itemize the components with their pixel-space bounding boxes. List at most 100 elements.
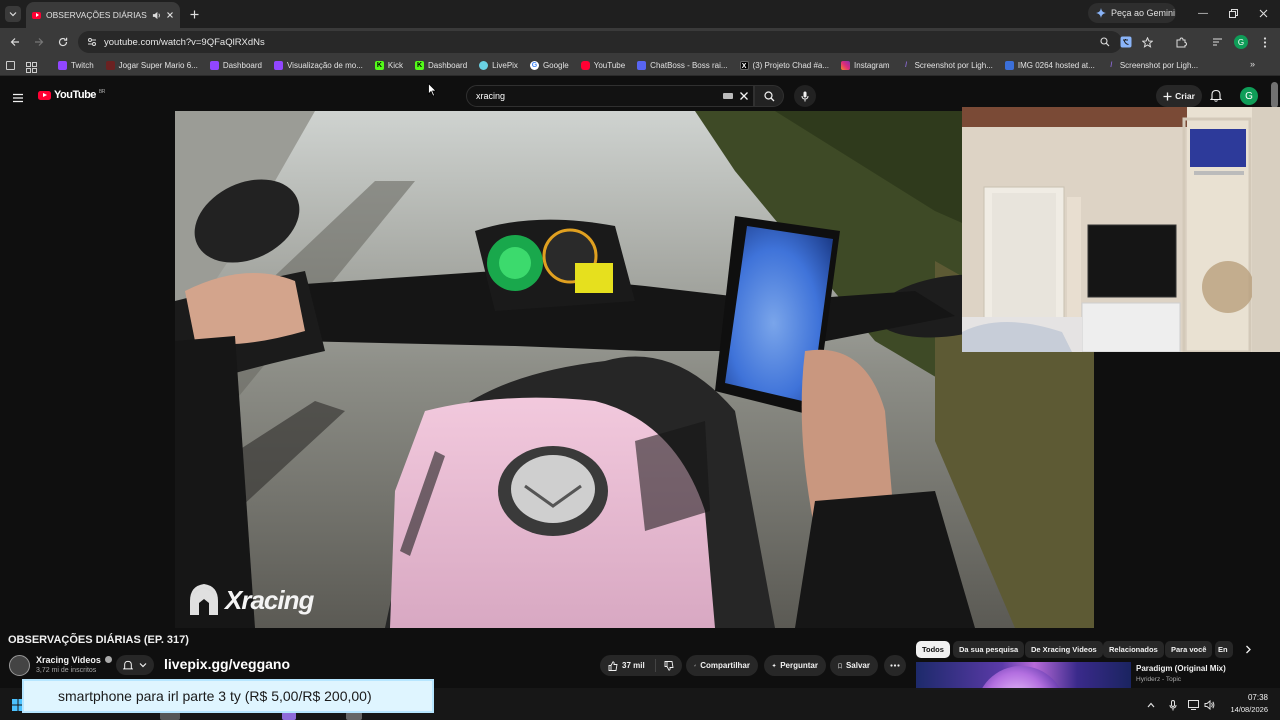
bookmark-item[interactable]: Instagram: [835, 56, 896, 76]
taskbar-clock-time[interactable]: 07:38: [1222, 693, 1268, 702]
gemini-button[interactable]: Peça ao Gemini: [1088, 3, 1176, 23]
bookmark-item[interactable]: K Dashboard: [409, 56, 473, 76]
video-title: OBSERVAÇÕES DIÁRIAS (EP. 317): [8, 634, 189, 646]
twitch-icon: [273, 61, 283, 70]
microphone-icon: [1169, 699, 1177, 710]
tray-overflow-button[interactable]: [1144, 698, 1158, 712]
account-avatar[interactable]: G: [1240, 87, 1258, 105]
bookmarks-bar: Twitch Jogar Super Mario 6... Dashboard …: [0, 56, 1280, 76]
reading-list-button[interactable]: [1208, 33, 1226, 51]
chip-for-you[interactable]: Para você: [1165, 641, 1213, 658]
taskbar-app-icon[interactable]: [346, 712, 362, 720]
youtube-icon: [580, 61, 590, 70]
kebab-menu-icon: [1263, 36, 1267, 48]
taskbar-app-icon[interactable]: [282, 712, 296, 720]
create-button[interactable]: Criar: [1156, 85, 1202, 107]
bookmark-tab-groups-icon[interactable]: [6, 61, 15, 70]
subscribed-notifications-button[interactable]: [116, 655, 154, 675]
bookmark-item[interactable]: IMG 0264 hosted at...: [999, 56, 1101, 76]
like-dislike-group: 37 mil: [600, 655, 682, 676]
bookmark-item[interactable]: / Screenshot por Ligh...: [896, 56, 999, 76]
recommendation-thumbnail[interactable]: [916, 662, 1131, 690]
translate-button[interactable]: [1117, 33, 1135, 51]
bookmark-item[interactable]: Jogar Super Mario 6...: [100, 56, 204, 76]
bookmark-item[interactable]: Twitch: [52, 56, 100, 76]
instagram-icon: [841, 61, 851, 70]
url-text: youtube.com/watch?v=9QFaQlRXdNs: [104, 36, 265, 48]
chrome-menu-button[interactable]: [1256, 33, 1274, 51]
back-button[interactable]: [6, 33, 24, 51]
channel-name[interactable]: Xracing Videos: [36, 655, 113, 665]
chip-from-search[interactable]: Da sua pesquisa: [953, 641, 1025, 658]
clear-search-icon[interactable]: [739, 91, 749, 101]
share-button[interactable]: Compartilhar: [686, 655, 758, 676]
bookmark-item[interactable]: X (3) Projeto Chad #a...: [734, 56, 835, 76]
minimize-button[interactable]: —: [1188, 4, 1218, 22]
search-input[interactable]: xracing: [466, 85, 754, 107]
more-actions-button[interactable]: [884, 655, 906, 676]
chip-related[interactable]: Relacionados: [1103, 641, 1164, 658]
site-info-icon[interactable]: [87, 37, 97, 47]
chip-overflow[interactable]: En: [1215, 641, 1233, 658]
dislike-button[interactable]: [655, 659, 682, 672]
recommendation-channel: Hyriderz - Topic: [1136, 676, 1182, 683]
tab-search-button[interactable]: [5, 6, 21, 22]
youtube-logo[interactable]: YouTube BR: [38, 89, 105, 101]
more-bookmarks-button[interactable]: »: [1250, 59, 1262, 71]
bookmark-item[interactable]: LivePix: [473, 56, 524, 76]
new-tab-button[interactable]: [186, 6, 202, 22]
recommendation-title[interactable]: Paradigm (Original Mix): [1136, 664, 1226, 673]
apps-grid-icon[interactable]: [26, 60, 37, 73]
chevron-down-icon: [139, 663, 147, 668]
notifications-button[interactable]: [1209, 89, 1224, 103]
reload-button[interactable]: [54, 33, 72, 51]
taskbar-clock-date[interactable]: 14/08/2026: [1222, 705, 1268, 714]
search-button[interactable]: [754, 85, 784, 107]
microphone-tray-icon[interactable]: [1166, 698, 1180, 712]
chip-all[interactable]: Todos: [916, 641, 950, 658]
extensions-button[interactable]: [1172, 33, 1190, 51]
keyboard-icon[interactable]: [723, 93, 733, 99]
bookmark-item[interactable]: / Screenshot por Ligh...: [1101, 56, 1204, 76]
donation-alert-overlay: smartphone para irl parte 3 ty (R$ 5,00/…: [22, 679, 434, 713]
guide-menu-button[interactable]: [12, 90, 26, 103]
chip-from-channel[interactable]: De Xracing Videos: [1025, 641, 1103, 658]
bookmark-label: LivePix: [492, 61, 518, 70]
share-icon: [694, 664, 697, 667]
bookmark-item[interactable]: YouTube: [575, 56, 631, 76]
taskbar-app-icon[interactable]: [160, 712, 180, 720]
network-tray-icon[interactable]: [1186, 698, 1200, 712]
like-button[interactable]: 37 mil: [600, 660, 645, 671]
speaker-icon[interactable]: [152, 11, 161, 20]
search-icon: [763, 90, 774, 101]
bookmark-item[interactable]: K Kick: [369, 56, 409, 76]
close-tab-icon[interactable]: [166, 11, 174, 19]
volume-tray-icon[interactable]: [1202, 698, 1216, 712]
profile-avatar[interactable]: G: [1234, 35, 1248, 49]
arrow-left-icon: [10, 38, 19, 46]
browser-tab-active[interactable]: OBSERVAÇÕES DIÁRIAS (EP.: [26, 2, 180, 28]
chips-next-button[interactable]: [1240, 641, 1256, 658]
bookmark-star-button[interactable]: [1138, 33, 1156, 51]
channel-avatar[interactable]: [9, 655, 30, 676]
bookmark-label: Instagram: [854, 61, 890, 70]
forward-button[interactable]: [30, 33, 48, 51]
video-player[interactable]: Xracing: [175, 111, 1094, 628]
voice-search-button[interactable]: [794, 85, 816, 107]
page-scrollbar[interactable]: [1271, 82, 1278, 108]
bookmark-item[interactable]: ChatBoss - Boss rai...: [631, 56, 733, 76]
ask-button[interactable]: Perguntar: [764, 655, 826, 676]
save-button[interactable]: Salvar: [830, 655, 878, 676]
close-window-button[interactable]: [1248, 4, 1278, 22]
bookmark-item[interactable]: Visualização de mo...: [268, 56, 369, 76]
restore-button[interactable]: [1218, 4, 1248, 22]
spartan-helmet-icon: [190, 584, 218, 615]
zoom-button[interactable]: [1096, 33, 1114, 51]
bookmark-item[interactable]: G Google: [524, 56, 575, 76]
youtube-logo-icon: [38, 90, 51, 100]
twitch-icon: [58, 61, 67, 70]
bookmark-label: Visualização de mo...: [286, 61, 363, 70]
address-bar[interactable]: youtube.com/watch?v=9QFaQlRXdNs: [78, 31, 1122, 53]
bookmark-item[interactable]: Dashboard: [204, 56, 268, 76]
youtube-favicon-icon: [32, 11, 41, 19]
